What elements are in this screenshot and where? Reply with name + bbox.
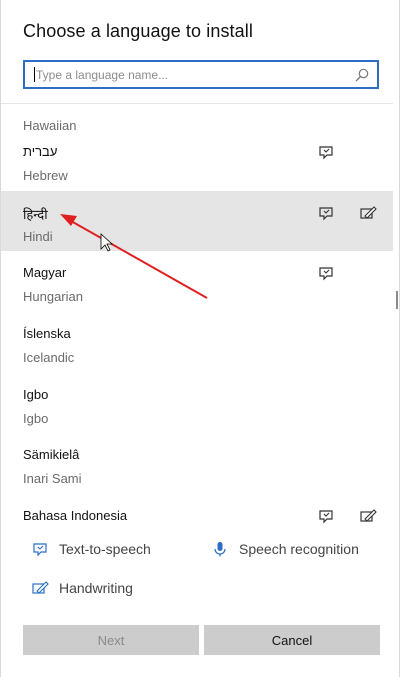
language-row-inari-sami[interactable]: Sämikielâ Inari Sami xyxy=(1,433,393,493)
text-to-speech-icon xyxy=(319,510,333,524)
language-english-name: Hungarian xyxy=(23,289,83,304)
microphone-icon xyxy=(214,542,226,557)
handwriting-icon xyxy=(360,509,377,522)
search-icon[interactable] xyxy=(354,67,370,83)
language-row-igbo[interactable]: Igbo Igbo xyxy=(1,373,393,433)
language-row-icelandic[interactable]: Íslenska Icelandic xyxy=(1,312,393,372)
legend-speech-recognition: Speech recognition xyxy=(211,541,359,557)
cancel-button[interactable]: Cancel xyxy=(204,625,380,655)
language-row-hungarian[interactable]: Magyar Hungarian xyxy=(1,251,393,311)
language-native-name: हिन्दी xyxy=(23,207,48,222)
language-install-dialog: Choose a language to install Hawaiian עב… xyxy=(0,0,400,677)
language-english-name: Hindi xyxy=(23,229,53,244)
language-english-name: Igbo xyxy=(23,411,49,426)
legend-label: Text-to-speech xyxy=(59,541,151,557)
dialog-title: Choose a language to install xyxy=(23,21,253,41)
search-input[interactable] xyxy=(36,64,346,85)
legend-text-to-speech: Text-to-speech xyxy=(31,541,151,557)
text-to-speech-icon xyxy=(319,267,333,281)
legend-label: Handwriting xyxy=(59,580,133,596)
text-caret xyxy=(34,67,35,82)
handwriting-icon xyxy=(360,206,377,219)
language-english-name: Hebrew xyxy=(23,168,68,183)
language-native-name: עברית xyxy=(23,144,58,159)
list-scrollbar-thumb[interactable] xyxy=(396,291,398,309)
language-list[interactable]: Hawaiian עברית Hebrew हिन्दी Hindi Magya… xyxy=(1,103,393,528)
language-native-name: Bahasa Indonesia xyxy=(23,508,128,523)
legend-label: Speech recognition xyxy=(239,541,359,557)
legend-handwriting: Handwriting xyxy=(31,580,133,596)
text-to-speech-icon xyxy=(319,207,333,221)
search-box[interactable] xyxy=(23,60,379,89)
text-to-speech-icon xyxy=(319,146,333,160)
handwriting-icon xyxy=(32,581,49,594)
language-row-hindi[interactable]: हिन्दी Hindi xyxy=(1,191,393,251)
language-native-name: Magyar xyxy=(23,265,67,280)
language-english-name: Icelandic xyxy=(23,350,75,365)
language-native-name: Sämikielâ xyxy=(23,447,80,462)
text-to-speech-icon xyxy=(33,543,47,557)
language-row-indonesian[interactable]: Bahasa Indonesia xyxy=(1,494,393,528)
language-native-name: Íslenska xyxy=(23,326,71,341)
next-button[interactable]: Next xyxy=(23,625,199,655)
language-english-name: Inari Sami xyxy=(23,471,82,486)
language-native-name: Igbo xyxy=(23,387,49,402)
language-row-hebrew[interactable]: עברית Hebrew xyxy=(1,130,393,190)
